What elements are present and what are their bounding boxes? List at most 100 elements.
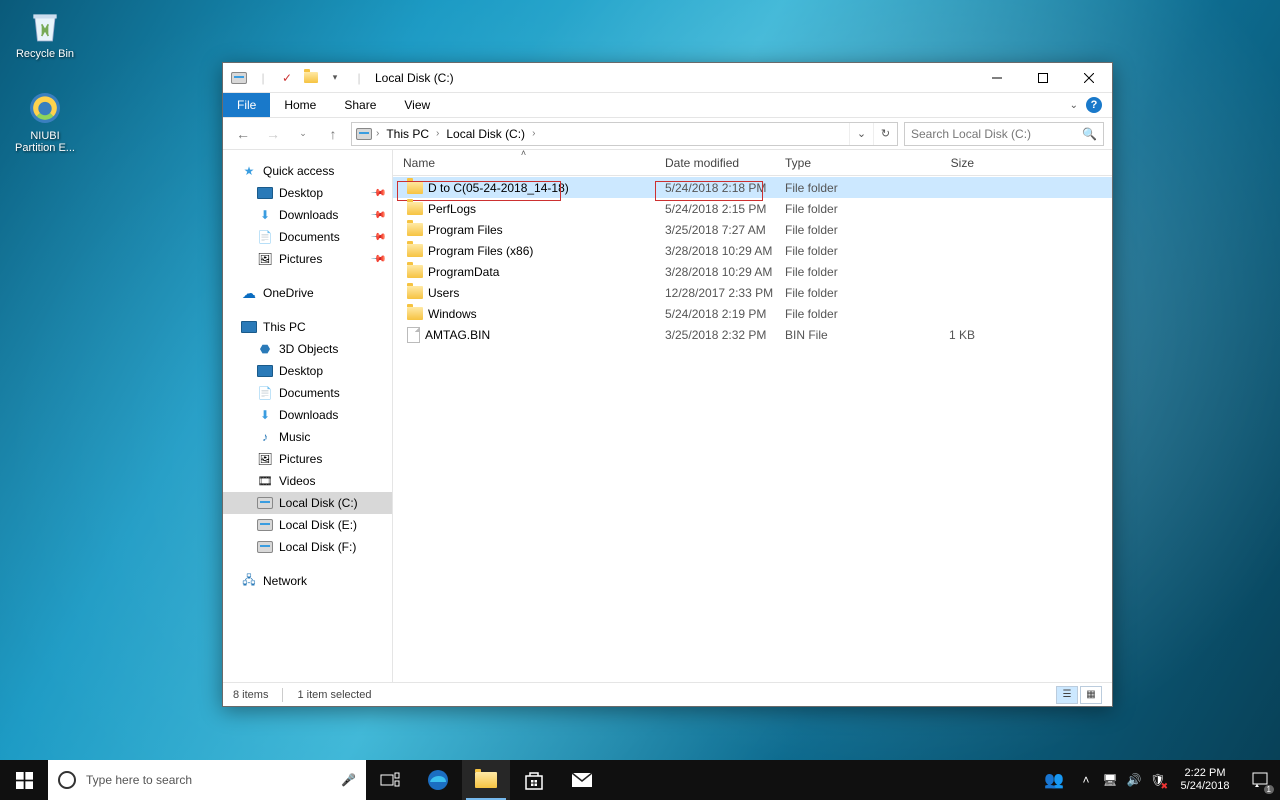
explorer-window: | ✓ ▾ | Local Disk (C:) File Home Share …	[222, 62, 1113, 707]
tray-overflow-icon[interactable]: ˄	[1074, 760, 1098, 800]
qat-properties[interactable]: ✓	[277, 67, 297, 89]
taskbar-search[interactable]: Type here to search 🎤	[48, 760, 366, 800]
desktop-icon-niubi[interactable]: NIUBI Partition E...	[8, 88, 82, 154]
file-row[interactable]: ProgramData3/28/2018 10:29 AMFile folder	[393, 261, 1112, 282]
tab-view[interactable]: View	[390, 93, 444, 117]
file-row[interactable]: Program Files3/25/2018 7:27 AMFile folde…	[393, 219, 1112, 240]
search-placeholder: Type here to search	[86, 773, 192, 787]
column-header-name[interactable]: Name˄	[393, 150, 655, 175]
back-button[interactable]: ←	[231, 122, 255, 146]
minimize-button[interactable]	[974, 63, 1020, 93]
video-icon: 🎞	[257, 473, 273, 489]
file-list[interactable]: D to C(05-24-2018_14-18)5/24/2018 2:18 P…	[393, 176, 1112, 682]
file-type: File folder	[775, 307, 895, 321]
nav-desktop[interactable]: Desktop📌	[223, 182, 392, 204]
file-row[interactable]: Program Files (x86)3/28/2018 10:29 AMFil…	[393, 240, 1112, 261]
pin-icon: 📌	[369, 185, 386, 202]
tab-home[interactable]: Home	[270, 93, 330, 117]
view-icons-button[interactable]: ▦	[1080, 686, 1102, 704]
chevron-right-icon[interactable]: ›	[434, 128, 441, 139]
nav-onedrive[interactable]: ☁OneDrive	[223, 282, 392, 304]
clock-time: 2:22 PM	[1185, 767, 1226, 780]
recent-dropdown-icon[interactable]: ⌄	[291, 122, 315, 146]
file-row[interactable]: PerfLogs5/24/2018 2:15 PMFile folder	[393, 198, 1112, 219]
file-row[interactable]: D to C(05-24-2018_14-18)5/24/2018 2:18 P…	[393, 177, 1112, 198]
address-dropdown-icon[interactable]: ⌄	[849, 123, 873, 145]
tray-security-icon[interactable]: 🛡✖	[1146, 760, 1170, 800]
nav-pc-pictures[interactable]: 🖼Pictures	[223, 448, 392, 470]
search-input[interactable]: Search Local Disk (C:) 🔍	[904, 122, 1104, 146]
nav-local-disk-f[interactable]: Local Disk (F:)	[223, 536, 392, 558]
sort-asc-icon: ˄	[521, 148, 526, 158]
tray-volume-icon[interactable]: 🔊	[1122, 760, 1146, 800]
help-icon[interactable]: ?	[1086, 97, 1102, 113]
taskbar-mail[interactable]	[558, 760, 606, 800]
file-type: File folder	[775, 244, 895, 258]
titlebar[interactable]: | ✓ ▾ | Local Disk (C:)	[223, 63, 1112, 93]
tab-share[interactable]: Share	[330, 93, 390, 117]
file-icon	[407, 327, 420, 343]
nav-documents[interactable]: 📄Documents📌	[223, 226, 392, 248]
action-center-button[interactable]: 1	[1240, 771, 1280, 789]
nav-local-disk-e[interactable]: Local Disk (E:)	[223, 514, 392, 536]
taskbar-store[interactable]	[510, 760, 558, 800]
desktop-icon-recycle-bin[interactable]: Recycle Bin	[8, 6, 82, 60]
qat-newfolder[interactable]	[301, 67, 321, 89]
qat-separator: |	[349, 67, 369, 89]
taskbar-edge[interactable]	[414, 760, 462, 800]
breadcrumb-local-disk-c[interactable]: Local Disk (C:)	[443, 127, 528, 141]
close-button[interactable]	[1066, 63, 1112, 93]
picture-icon: 🖼	[257, 451, 273, 467]
folder-icon	[475, 772, 497, 788]
ribbon-expand-icon[interactable]: ⌄	[1070, 100, 1078, 111]
address-bar[interactable]: › This PC › Local Disk (C:) › ⌄ ↻	[351, 122, 898, 146]
nav-downloads[interactable]: ⬇Downloads📌	[223, 204, 392, 226]
nav-pc-documents[interactable]: 📄Documents	[223, 382, 392, 404]
file-row[interactable]: AMTAG.BIN3/25/2018 2:32 PMBIN File1 KB	[393, 324, 1112, 345]
forward-button[interactable]: →	[261, 122, 285, 146]
qat-dropdown-icon[interactable]: ▾	[325, 67, 345, 89]
maximize-button[interactable]	[1020, 63, 1066, 93]
column-header-type[interactable]: Type	[775, 150, 895, 175]
disk-icon	[257, 495, 273, 511]
nav-pc-videos[interactable]: 🎞Videos	[223, 470, 392, 492]
nav-pc-downloads[interactable]: ⬇Downloads	[223, 404, 392, 426]
nav-pictures[interactable]: 🖼Pictures📌	[223, 248, 392, 270]
nav-local-disk-c[interactable]: Local Disk (C:)	[223, 492, 392, 514]
desktop-icon-label: Recycle Bin	[16, 48, 74, 60]
file-type: File folder	[775, 181, 895, 195]
file-row[interactable]: Windows5/24/2018 2:19 PMFile folder	[393, 303, 1112, 324]
refresh-button[interactable]: ↻	[873, 123, 897, 145]
monitor-icon	[257, 185, 273, 201]
tray-clock[interactable]: 2:22 PM 5/24/2018	[1170, 767, 1240, 792]
breadcrumb-this-pc[interactable]: This PC	[383, 127, 432, 141]
file-date: 12/28/2017 2:33 PM	[665, 286, 773, 300]
search-placeholder: Search Local Disk (C:)	[911, 127, 1031, 141]
chevron-right-icon[interactable]: ›	[530, 128, 537, 139]
file-type: File folder	[775, 223, 895, 237]
search-icon: 🔍	[1082, 127, 1097, 141]
taskbar-file-explorer[interactable]	[462, 760, 510, 800]
view-details-button[interactable]: ☰	[1056, 686, 1078, 704]
content-pane: Name˄ Date modified Type Size D to C(05-…	[393, 150, 1112, 682]
column-header-size[interactable]: Size	[895, 150, 995, 175]
nav-quick-access[interactable]: ★Quick access	[223, 160, 392, 182]
microphone-icon[interactable]: 🎤	[341, 773, 356, 787]
nav-pc-desktop[interactable]: Desktop	[223, 360, 392, 382]
nav-network[interactable]: 🖧Network	[223, 570, 392, 592]
nav-3d-objects[interactable]: ⬣3D Objects	[223, 338, 392, 360]
task-view-button[interactable]	[366, 760, 414, 800]
document-icon: 📄	[257, 229, 273, 245]
tab-file[interactable]: File	[223, 93, 270, 117]
up-button[interactable]: ↑	[321, 122, 345, 146]
network-icon: 🖧	[241, 573, 257, 589]
start-button[interactable]	[0, 760, 48, 800]
nav-this-pc[interactable]: This PC	[223, 316, 392, 338]
tray-people[interactable]: 👥	[1034, 760, 1074, 800]
tray-network-icon[interactable]: 🖥	[1098, 760, 1122, 800]
nav-pc-music[interactable]: ♪Music	[223, 426, 392, 448]
column-header-date[interactable]: Date modified	[655, 150, 775, 175]
file-row[interactable]: Users12/28/2017 2:33 PMFile folder	[393, 282, 1112, 303]
chevron-right-icon[interactable]: ›	[374, 128, 381, 139]
status-item-count: 8 items	[233, 689, 268, 701]
